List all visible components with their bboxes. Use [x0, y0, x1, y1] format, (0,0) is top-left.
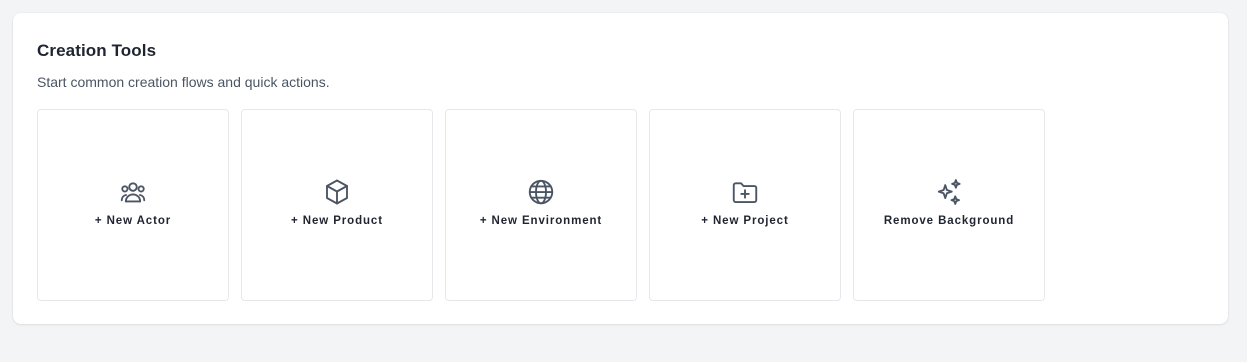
users-icon	[118, 177, 148, 207]
section-title: Creation Tools	[37, 41, 157, 60]
new-environment-tile[interactable]: + New Environment	[445, 109, 637, 301]
new-actor-tile[interactable]: + New Actor	[37, 109, 229, 301]
new-product-tile[interactable]: + New Product	[241, 109, 433, 301]
new-project-label: + New Project	[701, 215, 789, 227]
globe-icon	[526, 177, 556, 207]
creation-tools-panel: Creation Tools Start common creation flo…	[13, 13, 1228, 324]
new-environment-label: + New Environment	[479, 215, 603, 227]
sparkles-icon	[934, 177, 964, 207]
new-product-label: + New Product	[291, 215, 383, 227]
folder-plus-icon	[730, 177, 760, 207]
tiles-row: + New Actor + New Product + New Environm…	[37, 109, 1045, 301]
remove-background-tile[interactable]: Remove Background	[853, 109, 1045, 301]
remove-background-label: Remove Background	[883, 215, 1015, 227]
box-icon	[322, 177, 352, 207]
section-subtitle: Start common creation flows and quick ac…	[37, 74, 330, 90]
new-project-tile[interactable]: + New Project	[649, 109, 841, 301]
new-actor-label: + New Actor	[94, 215, 172, 227]
